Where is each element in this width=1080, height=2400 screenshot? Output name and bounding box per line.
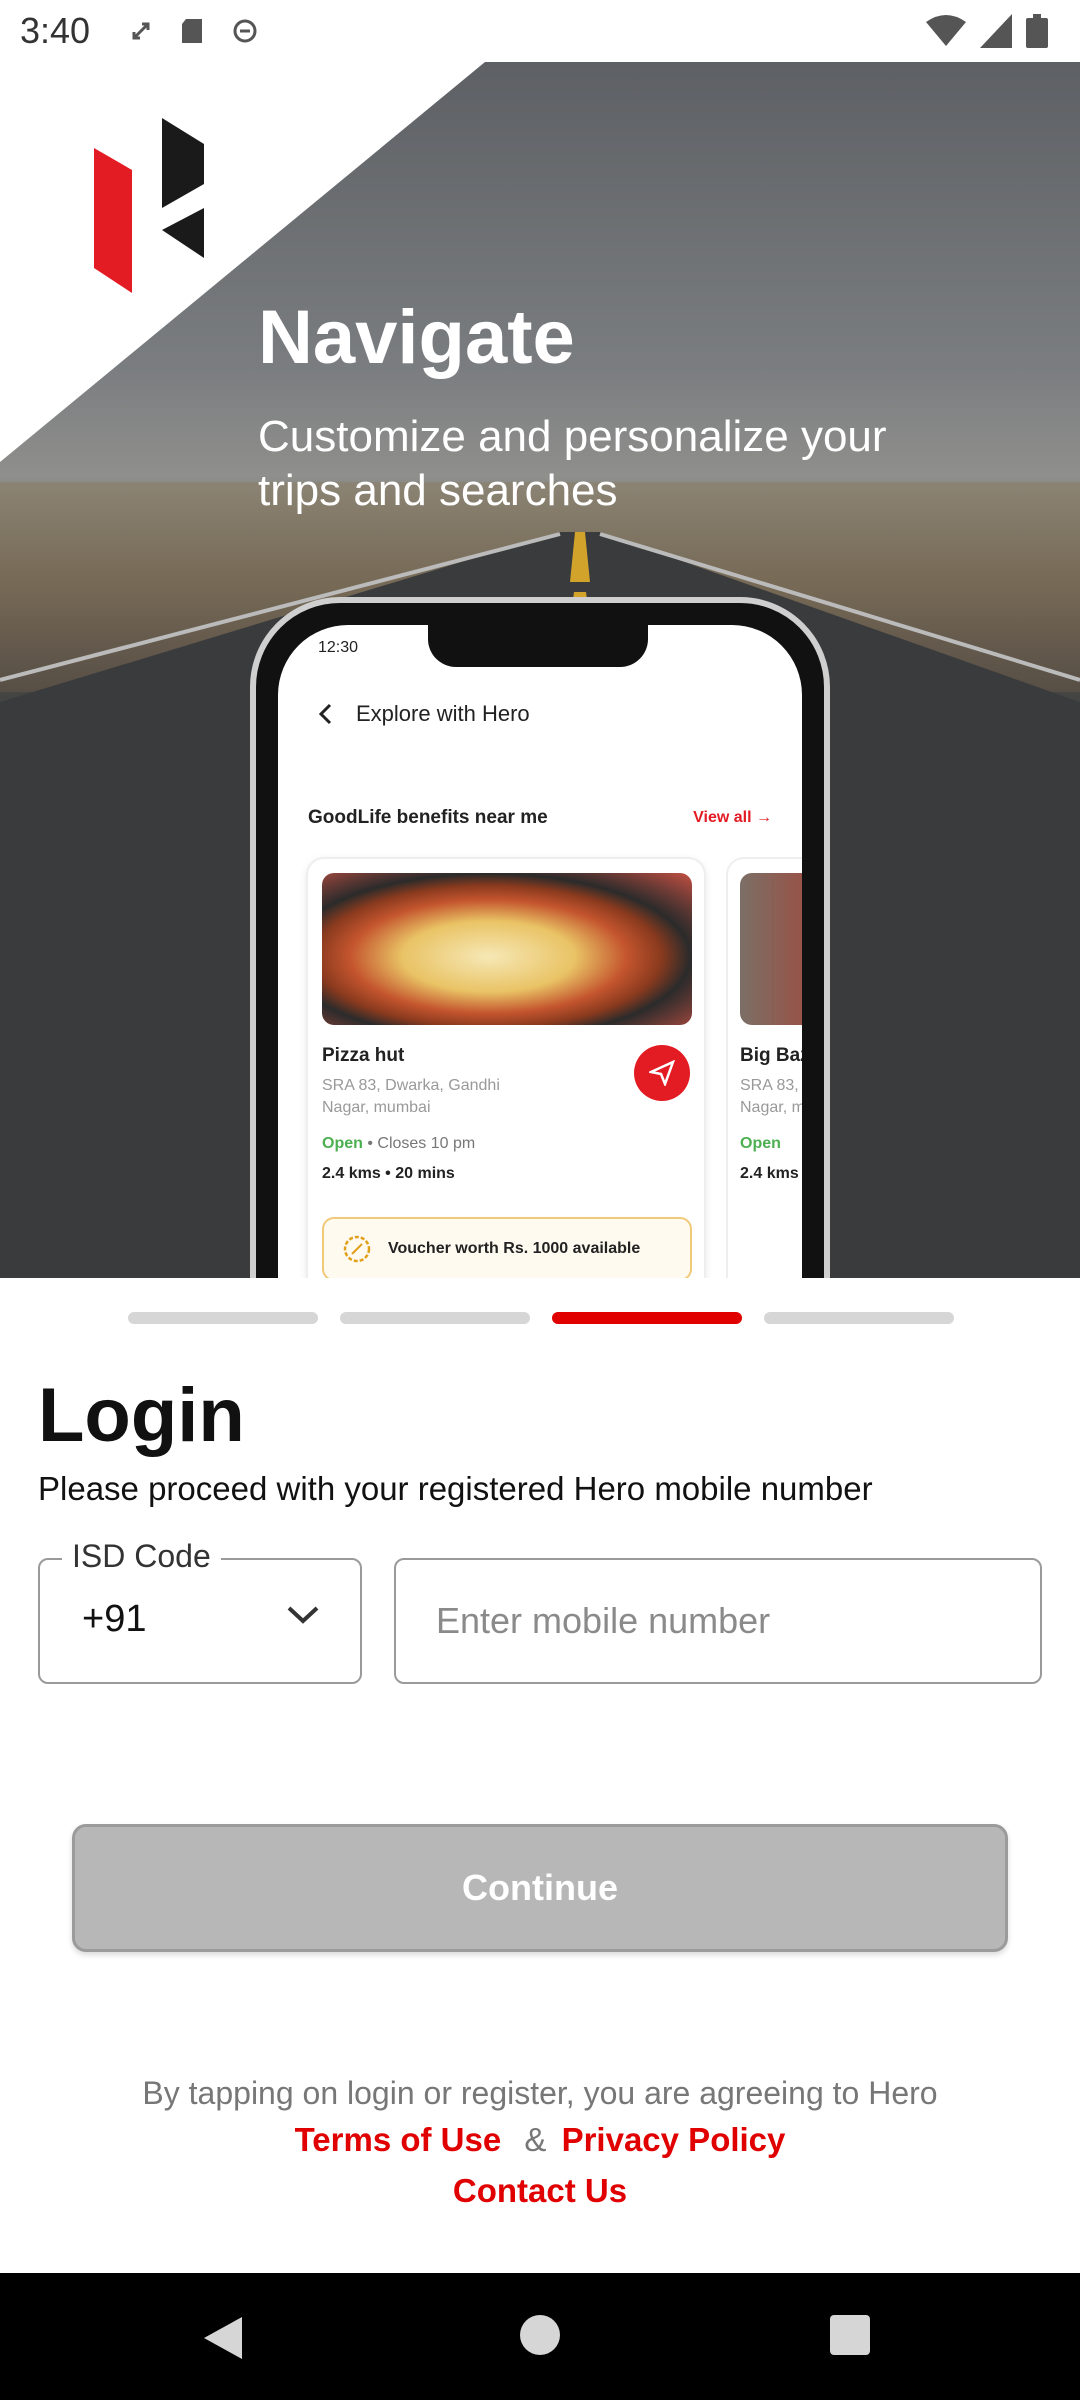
login-subtitle: Please proceed with your registered Hero… — [38, 1470, 873, 1507]
onboarding-pager — [128, 1312, 954, 1324]
card-time-value: 20 mins — [395, 1165, 455, 1182]
phone-notch — [428, 625, 648, 667]
card2-address-line2: Nagar, m — [740, 1099, 802, 1116]
privacy-policy-link[interactable]: Privacy Policy — [562, 2121, 786, 2158]
data-saver-icon — [230, 16, 260, 46]
voucher-icon — [343, 1235, 371, 1263]
pager-dot[interactable] — [764, 1312, 954, 1324]
contact-us-link[interactable]: Contact Us — [453, 2172, 627, 2209]
phone-header: Explore with Hero — [318, 701, 530, 727]
onboarding-hero: Navigate Customize and personalize your … — [0, 62, 1080, 1278]
phone-screen: 12:30 Explore with Hero GoodLife benefit… — [278, 625, 802, 1278]
card2-open-label: Open — [740, 1135, 781, 1152]
pager-dot[interactable] — [340, 1312, 530, 1324]
phone-mockup: 12:30 Explore with Hero GoodLife benefit… — [250, 597, 830, 1278]
hero-subtitle: Customize and personalize your trips and… — [258, 412, 887, 515]
pager-dot[interactable] — [128, 1312, 318, 1324]
card2-address: SRA 83, Nagar, m — [740, 1075, 802, 1119]
contact-row: Contact Us — [0, 2172, 1080, 2210]
signal-icon — [980, 14, 1012, 48]
status-time: 3:40 — [20, 10, 91, 51]
voucher-text: Voucher worth Rs. 1000 available — [388, 1240, 641, 1257]
wifi-icon — [926, 15, 966, 46]
nav-back-icon[interactable] — [202, 2315, 244, 2361]
sync-icon — [126, 16, 156, 46]
hero-logo-icon — [94, 118, 204, 293]
store-image — [740, 873, 802, 1025]
terms-ampersand: & — [524, 2121, 547, 2158]
nav-home-icon[interactable] — [520, 2315, 560, 2355]
nav-recents-icon[interactable] — [830, 2315, 870, 2355]
continue-button[interactable]: Continue — [72, 1824, 1008, 1952]
isd-code-value: +91 — [82, 1598, 147, 1640]
logo-triangle-backdrop — [0, 62, 485, 462]
mobile-number-input[interactable] — [394, 1558, 1042, 1684]
benefit-card-2: Big Baz SRA 83, Nagar, m Open 2.4 kms — [726, 857, 802, 1278]
card-distance-value: 2.4 kms — [322, 1165, 381, 1182]
pizza-image — [322, 873, 692, 1025]
card-open-label: Open — [322, 1135, 363, 1152]
card-title: Pizza hut — [322, 1045, 405, 1066]
arrow-right-icon: → — [756, 809, 772, 826]
card-address: SRA 83, Dwarka, Gandhi Nagar, mumbai — [322, 1077, 500, 1116]
system-nav-bar — [0, 2273, 1080, 2400]
sd-card-icon — [178, 16, 208, 46]
card2-distance: 2.4 kms — [740, 1165, 799, 1182]
back-arrow-icon — [318, 703, 332, 725]
pager-dot-active[interactable] — [552, 1312, 742, 1324]
isd-code-label: ISD Code — [62, 1538, 221, 1575]
phone-view-all-label: View all — [693, 809, 752, 826]
login-title: Login — [38, 1373, 245, 1458]
card2-open-status: Open — [740, 1135, 781, 1153]
card-closes: Closes 10 pm — [377, 1135, 476, 1152]
phone-header-title: Explore with Hero — [356, 701, 530, 726]
card-open-status: Open • Closes 10 pm — [322, 1135, 476, 1152]
benefit-card: Pizza hut SRA 83, Dwarka, Gandhi Nagar, … — [306, 857, 706, 1278]
isd-code-select[interactable]: ISD Code +91 — [38, 1538, 362, 1684]
status-bar: 3:40 — [0, 0, 1080, 62]
terms-links: Terms of Use & Privacy Policy — [0, 2121, 1080, 2159]
card2-address-line1: SRA 83, — [740, 1077, 799, 1094]
chevron-down-icon — [287, 1606, 319, 1624]
card2-title: Big Baz — [740, 1045, 802, 1066]
card-distance: 2.4 kms • 20 mins — [322, 1165, 455, 1182]
hero-title: Navigate — [258, 295, 575, 380]
battery-icon — [1026, 14, 1048, 48]
voucher-banner: Voucher worth Rs. 1000 available — [322, 1217, 692, 1278]
terms-notice: By tapping on login or register, you are… — [142, 2075, 938, 2111]
phone-section-title: GoodLife benefits near me — [308, 807, 548, 828]
phone-view-all: View all → — [693, 809, 772, 827]
phone-time: 12:30 — [318, 639, 359, 656]
navigate-icon — [634, 1045, 690, 1101]
terms-of-use-link[interactable]: Terms of Use — [295, 2121, 502, 2158]
